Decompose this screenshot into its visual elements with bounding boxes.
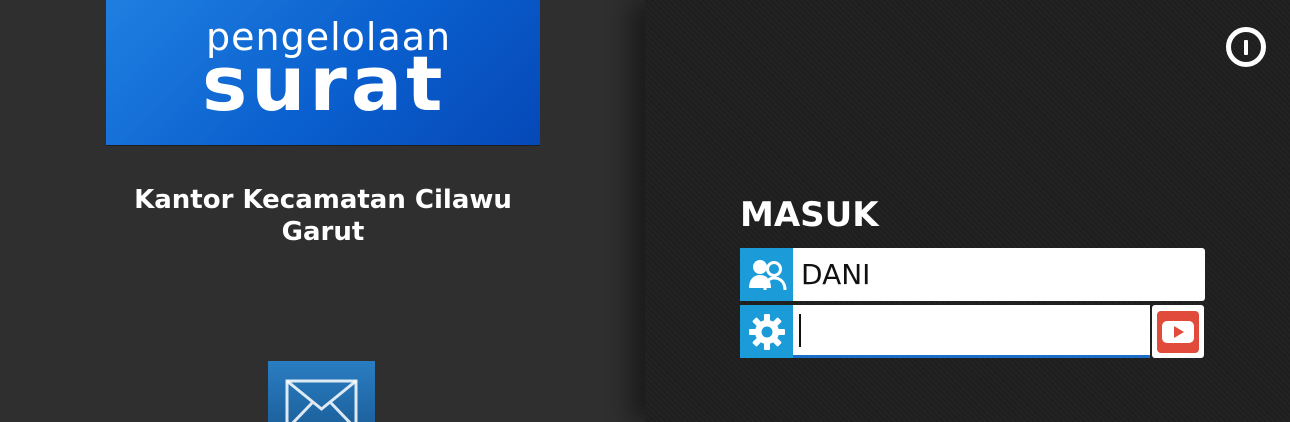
office-name: Kantor Kecamatan Cilawu Garut	[106, 184, 540, 248]
login-panel: MASUK	[645, 0, 1290, 422]
power-icon	[1244, 39, 1248, 55]
power-button[interactable]	[1226, 27, 1266, 67]
office-name-line1: Kantor Kecamatan Cilawu	[134, 185, 512, 215]
branding-panel: pengelolaan surat Kantor Kecamatan Cilaw…	[0, 0, 645, 422]
office-name-line2: Garut	[281, 217, 365, 247]
mail-tile[interactable]	[268, 361, 375, 422]
app-logo: pengelolaan surat	[106, 0, 540, 145]
password-field	[793, 305, 1150, 358]
username-row	[740, 248, 1205, 301]
password-input[interactable]	[793, 305, 1150, 355]
play-icon	[1157, 310, 1199, 353]
login-screen: pengelolaan surat Kantor Kecamatan Cilaw…	[0, 0, 1290, 422]
logo-text-large: surat	[202, 39, 447, 128]
username-input[interactable]	[793, 248, 1205, 301]
submit-button[interactable]	[1152, 305, 1204, 358]
gear-icon	[740, 305, 793, 358]
mail-icon	[285, 379, 358, 422]
login-title: MASUK	[740, 195, 879, 235]
users-icon	[740, 248, 793, 301]
password-row	[740, 305, 1205, 358]
text-caret	[799, 314, 801, 347]
